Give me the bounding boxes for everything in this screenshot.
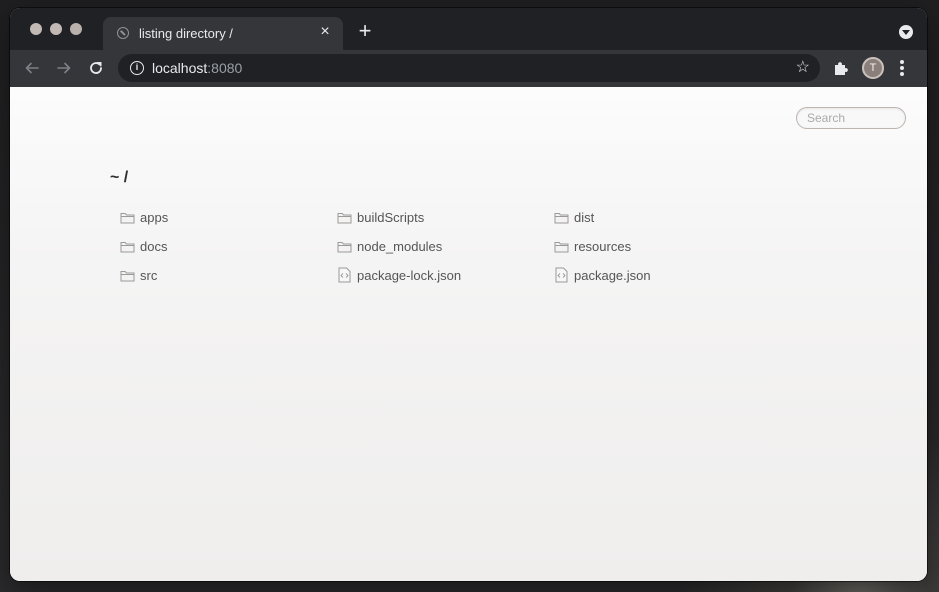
- file-item[interactable]: resources: [553, 236, 770, 256]
- file-name: node_modules: [357, 238, 443, 254]
- arrow-right-icon: [57, 62, 71, 74]
- file-item[interactable]: dist: [553, 207, 770, 227]
- globe-icon: [117, 27, 129, 39]
- file-item[interactable]: package.json: [553, 265, 770, 285]
- file-item[interactable]: buildScripts: [336, 207, 553, 227]
- file-name: src: [140, 267, 158, 283]
- forward-button[interactable]: [54, 58, 74, 78]
- file-name: buildScripts: [357, 209, 425, 225]
- browser-toolbar: i localhost:8080 ☆ T: [10, 50, 927, 87]
- file-name: apps: [140, 209, 169, 225]
- reload-button[interactable]: [86, 58, 106, 78]
- tab-search-icon[interactable]: [899, 25, 913, 39]
- tab-strip: listing directory / × +: [10, 8, 927, 50]
- file-item[interactable]: docs: [119, 236, 336, 256]
- page-title: ~ /: [110, 169, 129, 186]
- file-name: dist: [574, 209, 595, 225]
- search-input[interactable]: [796, 107, 906, 129]
- code-file-icon: [553, 267, 569, 283]
- profile-avatar[interactable]: T: [862, 57, 884, 79]
- url-host: localhost: [152, 60, 208, 76]
- code-file-icon: [336, 267, 352, 283]
- folder-icon: [119, 209, 135, 225]
- reload-icon: [90, 62, 102, 74]
- window-zoom-button[interactable]: [70, 23, 82, 35]
- arrow-left-icon: [25, 62, 39, 74]
- bookmark-star-icon[interactable]: ☆: [796, 58, 810, 78]
- url-port: :8080: [207, 60, 243, 76]
- file-name: package-lock.json: [357, 267, 462, 283]
- folder-icon: [336, 209, 352, 225]
- file-item[interactable]: node_modules: [336, 236, 553, 256]
- directory-listing-page: ~ / apps buildScripts dist docs node_modules…: [10, 87, 927, 581]
- info-icon[interactable]: i: [130, 61, 144, 75]
- folder-icon: [553, 209, 569, 225]
- file-name: package.json: [574, 267, 651, 283]
- window-minimize-button[interactable]: [50, 23, 62, 35]
- folder-icon: [553, 238, 569, 254]
- tab-title: listing directory /: [139, 26, 233, 41]
- file-list: apps buildScripts dist docs node_modules reso…: [119, 207, 779, 285]
- file-item[interactable]: package-lock.json: [336, 265, 553, 285]
- folder-icon: [119, 238, 135, 254]
- back-button[interactable]: [22, 58, 42, 78]
- file-name: docs: [140, 238, 168, 254]
- window-close-button[interactable]: [30, 23, 42, 35]
- new-tab-button[interactable]: +: [354, 20, 376, 43]
- folder-icon: [336, 238, 352, 254]
- tab-close-icon[interactable]: ×: [316, 23, 334, 41]
- browser-menu-icon[interactable]: [899, 60, 905, 78]
- address-url[interactable]: localhost:8080: [152, 60, 242, 76]
- file-item[interactable]: src: [119, 265, 336, 285]
- file-name: resources: [574, 238, 632, 254]
- file-item[interactable]: apps: [119, 207, 336, 227]
- browser-window: listing directory / × + i localhost:8080: [10, 8, 927, 581]
- folder-icon: [119, 267, 135, 283]
- address-bar[interactable]: i localhost:8080 ☆: [118, 54, 820, 82]
- puzzle-extension-icon[interactable]: [832, 59, 850, 77]
- tab-listing-directory[interactable]: listing directory / ×: [103, 17, 343, 50]
